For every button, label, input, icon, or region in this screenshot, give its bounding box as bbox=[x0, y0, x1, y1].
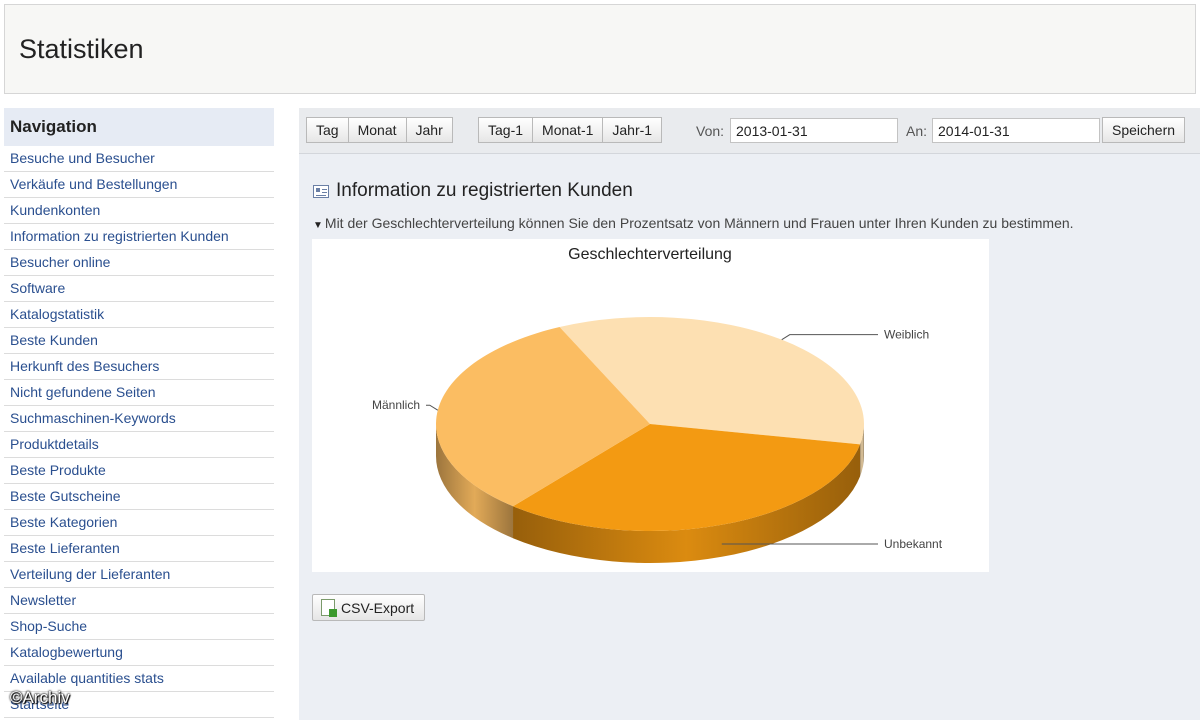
leader-line-männlich bbox=[426, 404, 439, 411]
panel-title: Information zu registrierten Kunden bbox=[336, 180, 633, 201]
csv-export-button[interactable]: CSV-Export bbox=[312, 594, 426, 621]
chart-title: Geschlechterverteilung bbox=[568, 246, 732, 263]
jahr-minus-1-button[interactable]: Jahr-1 bbox=[603, 117, 663, 143]
pie-label-weiblich: Weiblich bbox=[884, 328, 929, 342]
monat-button[interactable]: Monat bbox=[348, 117, 407, 143]
sidebar-item-newsletter[interactable]: Newsletter bbox=[4, 588, 274, 614]
date-toolbar: Tag Monat Jahr Tag-1 Monat-1 Jahr-1 Von:… bbox=[299, 108, 1200, 154]
tag-minus-1-button[interactable]: Tag-1 bbox=[478, 117, 534, 143]
sidebar-item-produktdetails[interactable]: Produktdetails bbox=[4, 432, 274, 458]
tag-button[interactable]: Tag bbox=[306, 117, 349, 143]
sidebar-item-verkaeufe[interactable]: Verkäufe und Bestellungen bbox=[4, 172, 274, 198]
pie-chart-svg: Geschlechterverteilung Weiblich Unbekannt… bbox=[372, 246, 943, 563]
sidebar-item-software[interactable]: Software bbox=[4, 276, 274, 302]
list-icon bbox=[313, 184, 329, 198]
sidebar-item-shop-suche[interactable]: Shop-Suche bbox=[4, 614, 274, 640]
main-content: Tag Monat Jahr Tag-1 Monat-1 Jahr-1 Von:… bbox=[299, 108, 1200, 720]
sidebar-item-beste-produkte[interactable]: Beste Produkte bbox=[4, 458, 274, 484]
sidebar-item-beste-kunden[interactable]: Beste Kunden bbox=[4, 328, 274, 354]
navigation-title: Navigation bbox=[4, 108, 274, 146]
page-header: Statistiken bbox=[4, 4, 1196, 94]
sidebar-item-beste-lieferanten[interactable]: Beste Lieferanten bbox=[4, 536, 274, 562]
to-label: An: bbox=[906, 123, 928, 139]
excel-file-icon bbox=[321, 599, 337, 617]
sidebar: Navigation Besuche und Besucher Verkäufe… bbox=[4, 108, 274, 718]
sidebar-item-registrierte-kunden[interactable]: Information zu registrierten Kunden bbox=[4, 224, 274, 250]
description-text: Mit der Geschlechterverteilung können Si… bbox=[324, 215, 1074, 231]
jahr-button[interactable]: Jahr bbox=[406, 117, 453, 143]
from-date-input[interactable] bbox=[730, 118, 898, 143]
sidebar-item-besucher-online[interactable]: Besucher online bbox=[4, 250, 274, 276]
csv-export-label: CSV-Export bbox=[341, 599, 415, 616]
from-label: Von: bbox=[696, 123, 725, 139]
previous-period-button-group: Tag-1 Monat-1 Jahr-1 bbox=[478, 117, 663, 143]
pie-label-männlich: Männlich bbox=[372, 398, 420, 412]
sidebar-item-nicht-gefunden[interactable]: Nicht gefundene Seiten bbox=[4, 380, 274, 406]
to-date-input[interactable] bbox=[932, 118, 1100, 143]
panel-description: ▼ Mit der Geschlechterverteilung können S… bbox=[313, 215, 1074, 231]
sidebar-item-katalogstatistik[interactable]: Katalogstatistik bbox=[4, 302, 274, 328]
navigation-list: Besuche und Besucher Verkäufe und Bestel… bbox=[4, 146, 274, 718]
sidebar-item-besuche[interactable]: Besuche und Besucher bbox=[4, 146, 274, 172]
copyright-watermark: ©Archiv bbox=[10, 688, 70, 707]
panel-heading: Information zu registrierten Kunden bbox=[313, 180, 633, 202]
gender-chart: Geschlechterverteilung Weiblich Unbekannt… bbox=[312, 239, 989, 572]
leader-line-weiblich bbox=[781, 334, 878, 341]
sidebar-item-kundenkonten[interactable]: Kundenkonten bbox=[4, 198, 274, 224]
sidebar-item-beste-kategorien[interactable]: Beste Kategorien bbox=[4, 510, 274, 536]
pie-label-unbekannt: Unbekannt bbox=[884, 537, 943, 551]
pie-top bbox=[436, 317, 864, 531]
save-button[interactable]: Speichern bbox=[1102, 117, 1186, 143]
sidebar-item-beste-gutscheine[interactable]: Beste Gutscheine bbox=[4, 484, 274, 510]
sidebar-item-verteilung-lieferanten[interactable]: Verteilung der Lieferanten bbox=[4, 562, 274, 588]
monat-minus-1-button[interactable]: Monat-1 bbox=[533, 117, 604, 143]
page-title: Statistiken bbox=[19, 34, 144, 64]
sidebar-item-katalogbewertung[interactable]: Katalogbewertung bbox=[4, 640, 274, 666]
sidebar-item-keywords[interactable]: Suchmaschinen-Keywords bbox=[4, 406, 274, 432]
sidebar-item-herkunft[interactable]: Herkunft des Besuchers bbox=[4, 354, 274, 380]
period-button-group: Tag Monat Jahr bbox=[306, 117, 453, 143]
triangle-down-icon[interactable]: ▼ bbox=[313, 220, 323, 231]
